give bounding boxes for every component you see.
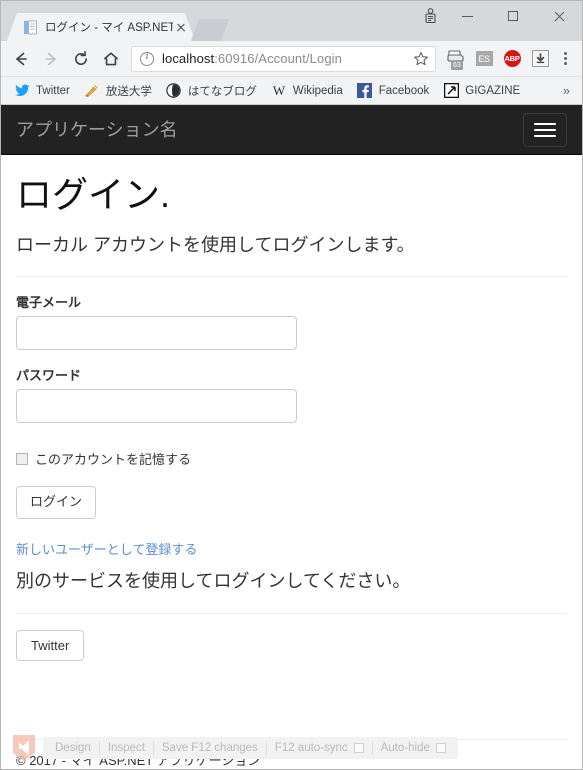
twitter-login-button[interactable]: Twitter [16, 629, 85, 661]
hamburger-menu-icon[interactable] [523, 112, 567, 147]
divider-external [16, 612, 567, 614]
reload-icon[interactable] [67, 45, 95, 73]
adblock-plus-label: ABP [503, 50, 521, 67]
remember-me-checkbox[interactable] [16, 452, 28, 465]
site-navbar: アプリケーション名 [1, 105, 582, 155]
svg-text:W: W [273, 83, 286, 98]
bookmark-label: 放送大学 [105, 85, 152, 98]
info-circle-icon[interactable] [140, 51, 154, 66]
bookmark-label: はてなブログ [187, 85, 257, 98]
email-label: 電子メール [16, 295, 82, 311]
browser-link-f12-autosync[interactable]: F12 auto-sync [267, 738, 372, 758]
email-field[interactable] [16, 316, 297, 351]
back-arrow-icon[interactable] [7, 45, 35, 73]
home-icon[interactable] [97, 45, 125, 73]
title-bar: ログイン - マイ ASP.NET アプ [1, 1, 582, 41]
url-path: :60916/Account/Login [214, 51, 342, 66]
download-extension-icon[interactable] [527, 46, 553, 72]
page-container: ログイン. ローカル アカウントを使用してログインします。 電子メール パスワー… [1, 155, 582, 739]
maximize-button[interactable] [490, 1, 536, 31]
password-label: パスワード [16, 368, 82, 384]
adblock-plus-icon[interactable]: ABP [499, 46, 525, 72]
auto-hide-checkbox[interactable] [435, 743, 446, 753]
wikipedia-w-icon: W [271, 83, 287, 99]
tab-title: ログイン - マイ ASP.NET アプ [45, 22, 173, 34]
browser-link-auto-hide[interactable]: Auto-hide [373, 738, 454, 758]
bookmarks-overflow-icon[interactable]: » [557, 83, 576, 98]
minimize-button[interactable] [444, 1, 490, 31]
page-title: ログイン. [16, 174, 171, 215]
external-login-heading: 別のサービスを使用してログインしてください。 [16, 571, 411, 592]
printer-extension-icon[interactable]: 63 [443, 46, 469, 72]
bookmark-hatena-blog[interactable]: はてなブログ [159, 80, 264, 102]
facebook-f-icon [357, 83, 373, 99]
tab-close-icon[interactable] [173, 19, 189, 35]
es-extension-icon[interactable]: ES [471, 46, 497, 72]
close-window-button[interactable] [536, 1, 582, 31]
bookmark-label: GIGAZINE [465, 84, 521, 97]
window-controls [416, 1, 582, 31]
url-text: localhost:60916/Account/Login [162, 51, 409, 66]
star-icon[interactable] [413, 51, 429, 67]
browser-link-save-f12[interactable]: Save F12 changes [154, 738, 266, 758]
browser-link-f12-autosync-label: F12 auto-sync [274, 742, 348, 754]
login-subtitle: ローカル アカウントを使用してログインします。 [16, 234, 415, 255]
bookmark-facebook[interactable]: Facebook [350, 80, 437, 102]
web-page-viewport: アプリケーション名 ログイン. ローカル アカウントを使用してログインします。 … [1, 105, 582, 769]
remember-me-label: このアカウントを記憶する [35, 452, 192, 468]
bookmark-label: Twitter [36, 84, 70, 97]
browser-toolbar: localhost:60916/Account/Login 63 ES ABP [1, 41, 582, 77]
bookmark-label: Facebook [378, 84, 430, 97]
browser-link-toolbar: Design Inspect Save F12 changes F12 auto… [11, 735, 458, 761]
email-form-group: 電子メール [16, 292, 567, 351]
new-tab-button[interactable] [191, 19, 229, 41]
f12-auto-sync-checkbox[interactable] [353, 743, 364, 753]
bookmark-wikipedia[interactable]: W Wikipedia [264, 80, 350, 102]
address-bar[interactable]: localhost:60916/Account/Login [131, 45, 436, 72]
browser-tab[interactable]: ログイン - マイ ASP.NET アプ [7, 13, 195, 41]
hatena-blog-icon [166, 83, 182, 99]
browser-link-group: Design Inspect Save F12 changes F12 auto… [43, 737, 458, 759]
bookmark-gigazine[interactable]: GIGAZINE [436, 80, 527, 102]
twitter-bird-icon [14, 83, 30, 99]
browser-link-inspect[interactable]: Inspect [100, 738, 153, 758]
register-row: 新しいユーザーとして登録する [16, 519, 567, 559]
url-host: localhost [162, 51, 215, 66]
document-icon [23, 20, 38, 35]
visual-studio-shield-icon[interactable] [11, 733, 37, 763]
remember-me-row[interactable]: このアカウントを記憶する [16, 449, 567, 468]
profile-person-icon[interactable] [416, 1, 444, 31]
bookmark-twitter[interactable]: Twitter [7, 80, 77, 102]
printer-badge-count: 63 [451, 60, 463, 70]
submit-row: ログイン [16, 468, 567, 520]
password-field[interactable] [16, 389, 297, 424]
gigazine-icon [443, 83, 459, 99]
site-brand[interactable]: アプリケーション名 [16, 120, 178, 140]
bookmarks-bar: Twitter 放送大学 はてなブログ W Wikipedia Facebook [1, 77, 582, 105]
password-form-group: パスワード [16, 365, 567, 424]
chrome-browser-window: ログイン - マイ ASP.NET アプ [0, 0, 583, 770]
bookmark-label: Wikipedia [292, 84, 343, 97]
forward-arrow-icon [37, 45, 65, 73]
browser-link-auto-hide-label: Auto-hide [380, 742, 430, 754]
divider [16, 276, 567, 278]
register-link[interactable]: 新しいユーザーとして登録する [16, 539, 197, 558]
es-extension-label: ES [475, 51, 493, 66]
kebab-menu-icon[interactable] [554, 46, 576, 72]
bookmark-houso-daigaku[interactable]: 放送大学 [77, 80, 159, 102]
houso-daigaku-icon [84, 83, 100, 99]
browser-link-design[interactable]: Design [47, 738, 99, 758]
login-submit-button[interactable]: ログイン [16, 486, 97, 520]
